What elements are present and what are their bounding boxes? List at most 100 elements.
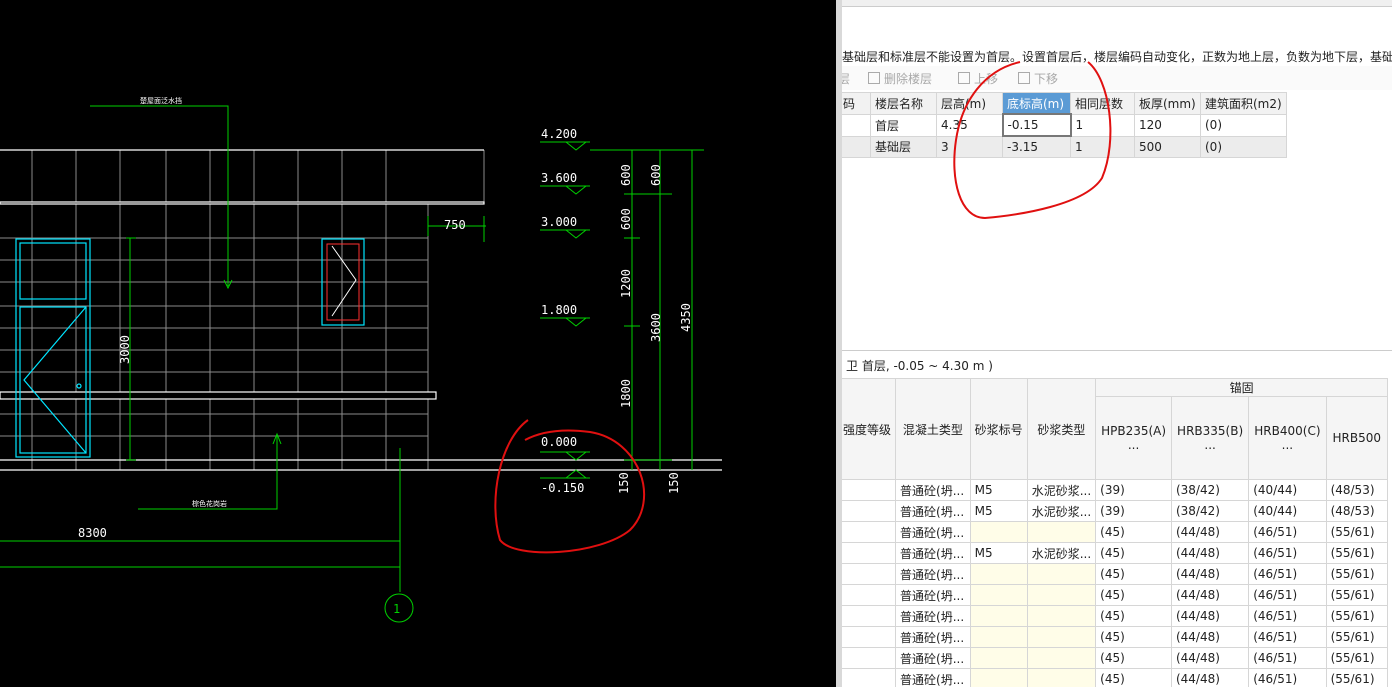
table-cell[interactable]: 普通砼(坍... [895,584,971,606]
table-cell[interactable] [842,605,897,627]
table-cell[interactable]: 首层 [870,113,937,137]
table-cell[interactable]: (46/51) [1248,668,1327,687]
table-cell[interactable] [1026,521,1097,543]
table-cell[interactable] [842,668,897,687]
table-cell[interactable] [1026,563,1097,585]
table-cell[interactable]: (44/48) [1170,563,1250,585]
table-cell[interactable] [842,542,897,564]
table-cell[interactable]: (55/61) [1325,584,1389,606]
table-cell[interactable]: (55/61) [1325,563,1389,585]
table-cell[interactable] [969,605,1028,627]
table-row[interactable]: 普通砼(坍... (45) (44/48) (46/51) (55/61) [842,605,1389,627]
table-cell[interactable]: (46/51) [1248,605,1327,627]
col-header[interactable]: HRB335(B) ... [1170,396,1250,480]
col-header[interactable]: HPB235(A) ... [1095,396,1172,480]
table-row[interactable]: 基础层 3 -3.15 1 500 (0) [842,135,1287,158]
col-header[interactable]: 板厚(mm) [1134,92,1201,115]
table-cell[interactable]: (44/48) [1170,626,1250,648]
table-cell[interactable]: (45) [1095,563,1172,585]
table-cell[interactable]: (44/48) [1170,584,1250,606]
table-cell[interactable] [1026,626,1097,648]
table-cell[interactable]: 普通砼(坍... [895,626,971,648]
table-row[interactable]: 首层 4.35 -0.15 1 120 (0) [842,113,1287,137]
table-cell[interactable] [842,584,897,606]
table-cell[interactable] [1026,668,1097,687]
table-cell[interactable] [842,626,897,648]
table-cell[interactable]: -3.15 [1002,135,1071,158]
table-cell[interactable] [969,521,1028,543]
cad-drawing-canvas[interactable]: 楚屋面泛水挡 棕色花岗岩 750 8300 3000 1 4.200 3.600… [0,0,836,687]
table-cell[interactable] [1026,647,1097,669]
table-row[interactable]: 普通砼(坍... (45) (44/48) (46/51) (55/61) [842,647,1389,669]
table-cell[interactable]: 基础层 [870,135,937,158]
table-cell[interactable] [842,647,897,669]
table-cell[interactable]: (45) [1095,584,1172,606]
table-cell[interactable] [842,479,897,501]
table-cell[interactable] [842,113,871,137]
table-cell[interactable]: M5 [969,500,1028,522]
table-cell[interactable]: 水泥砂浆... [1026,500,1097,522]
table-cell[interactable]: (44/48) [1170,542,1250,564]
table-cell[interactable]: 3 [936,135,1003,158]
col-header[interactable]: HRB500 [1325,396,1389,480]
table-cell[interactable]: 普通砼(坍... [895,647,971,669]
table-cell[interactable]: 普通砼(坍... [895,605,971,627]
table-cell[interactable] [969,626,1028,648]
material-table[interactable]: 强度等级 混凝土类型 砂浆标号 砂浆类型 锚固 HPB235(A) ... HR… [842,378,1389,687]
table-cell[interactable]: 普通砼(坍... [895,542,971,564]
table-cell[interactable]: 4.35 [936,113,1003,137]
table-cell[interactable]: 1 [1070,113,1135,137]
table-cell[interactable]: 1 [1070,135,1135,158]
table-row[interactable]: 普通砼(坍... (45) (44/48) (46/51) (55/61) [842,668,1389,687]
table-cell[interactable]: (46/51) [1248,563,1327,585]
table-cell[interactable] [969,584,1028,606]
col-header[interactable]: 码 [842,92,871,115]
table-cell[interactable]: M5 [969,542,1028,564]
table-cell[interactable]: (55/61) [1325,542,1389,564]
table-cell[interactable]: (48/53) [1325,500,1389,522]
table-cell[interactable]: 普通砼(坍... [895,479,971,501]
table-cell[interactable]: (38/42) [1170,479,1250,501]
table-cell[interactable]: 普通砼(坍... [895,521,971,543]
table-cell[interactable]: 水泥砂浆... [1026,479,1097,501]
move-down-button[interactable]: 下移 [1018,70,1058,87]
table-cell[interactable]: (45) [1095,626,1172,648]
table-row[interactable]: 普通砼(坍... M5 水泥砂浆... (45) (44/48) (46/51) (55/6… [842,542,1389,564]
table-cell[interactable]: 普通砼(坍... [895,668,971,687]
col-header-selected[interactable]: 底标高(m) [1002,92,1071,115]
cad-elevation-svg[interactable]: 楚屋面泛水挡 棕色花岗岩 750 8300 3000 1 4.200 3.600… [0,0,836,687]
table-row[interactable]: 普通砼(坍... M5 水泥砂浆... (39) (38/42) (40/44) (48/5… [842,500,1389,522]
table-cell[interactable]: (40/44) [1248,500,1327,522]
col-header[interactable]: 混凝土类型 [895,378,971,480]
col-header[interactable]: 砂浆标号 [969,378,1028,480]
col-header[interactable]: 相同层数 [1070,92,1135,115]
table-row[interactable]: 普通砼(坍... (45) (44/48) (46/51) (55/61) [842,626,1389,648]
table-cell[interactable]: (46/51) [1248,626,1327,648]
table-cell[interactable]: (46/51) [1248,647,1327,669]
table-cell[interactable] [1026,584,1097,606]
table-cell[interactable]: (45) [1095,542,1172,564]
table-cell[interactable]: 水泥砂浆... [1026,542,1097,564]
table-cell[interactable]: (48/53) [1325,479,1389,501]
table-cell[interactable] [842,500,897,522]
table-cell[interactable]: (38/42) [1170,500,1250,522]
table-cell[interactable]: (45) [1095,668,1172,687]
col-header[interactable]: 层高(m) [936,92,1003,115]
table-cell[interactable]: (44/48) [1170,521,1250,543]
table-cell[interactable]: (45) [1095,647,1172,669]
table-cell[interactable]: M5 [969,479,1028,501]
table-cell[interactable]: (45) [1095,521,1172,543]
table-cell[interactable]: (46/51) [1248,521,1327,543]
table-cell[interactable]: (55/61) [1325,668,1389,687]
delete-floor-button[interactable]: 删除楼层 [868,70,932,87]
table-row[interactable]: 普通砼(坍... (45) (44/48) (46/51) (55/61) [842,563,1389,585]
table-cell[interactable]: (46/51) [1248,542,1327,564]
table-cell[interactable]: (55/61) [1325,647,1389,669]
table-row[interactable]: 普通砼(坍... (45) (44/48) (46/51) (55/61) [842,521,1389,543]
table-cell[interactable]: (0) [1200,135,1287,158]
table-cell[interactable]: (44/48) [1170,647,1250,669]
table-cell[interactable]: (55/61) [1325,605,1389,627]
table-cell[interactable]: (40/44) [1248,479,1327,501]
table-cell[interactable]: (39) [1095,500,1172,522]
table-cell[interactable] [1026,605,1097,627]
